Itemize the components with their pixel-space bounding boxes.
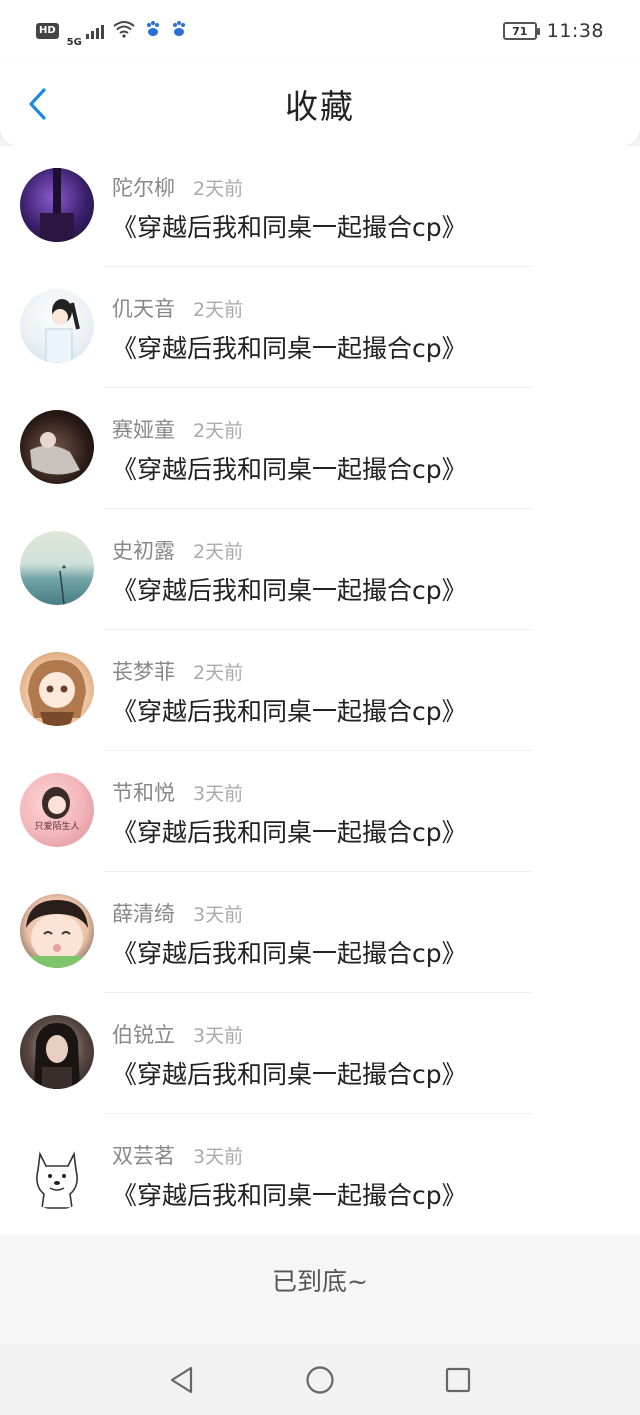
- user-name[interactable]: 伯锐立: [112, 1019, 175, 1049]
- book-title[interactable]: 《穿越后我和同桌一起撮合cp》: [112, 813, 467, 849]
- timestamp: 2天前: [193, 662, 244, 684]
- avatar[interactable]: [20, 1015, 94, 1089]
- avatar[interactable]: 只爱陌生人: [20, 773, 94, 847]
- timestamp: 3天前: [193, 1025, 244, 1047]
- header: 收藏: [0, 62, 640, 146]
- end-of-list-text: 已到底~: [272, 1267, 368, 1296]
- nav-home-button[interactable]: [305, 1365, 335, 1395]
- status-bar: HD 5G 71 11:38: [0, 0, 640, 62]
- user-name[interactable]: 节和悦: [112, 777, 175, 807]
- timestamp: 2天前: [193, 420, 244, 442]
- user-name[interactable]: 双芸茗: [112, 1140, 175, 1170]
- timestamp: 2天前: [193, 299, 244, 321]
- chevron-left-icon: [29, 88, 46, 120]
- item-meta: 节和悦 3天前: [112, 777, 243, 807]
- battery-icon: 71: [502, 22, 540, 40]
- timestamp: 3天前: [193, 904, 244, 926]
- list-item[interactable]: 只爱陌生人 节和悦 3天前 《穿越后我和同桌一起撮合cp》: [0, 751, 640, 872]
- network-type: 5G: [66, 36, 82, 48]
- item-meta: 赛娅童 2天前: [112, 414, 243, 444]
- user-name[interactable]: 薛清绮: [112, 898, 175, 928]
- timestamp: 3天前: [193, 1146, 244, 1168]
- item-meta: 陀尔柳 2天前: [112, 172, 243, 202]
- user-name[interactable]: 赛娅童: [112, 414, 175, 444]
- list-item[interactable]: 苌梦菲 2天前 《穿越后我和同桌一起撮合cp》: [0, 630, 640, 751]
- book-title[interactable]: 《穿越后我和同桌一起撮合cp》: [112, 329, 467, 365]
- baidu-paw-icon: [144, 20, 162, 42]
- user-name[interactable]: 陀尔柳: [112, 172, 175, 202]
- timestamp: 2天前: [193, 541, 244, 563]
- avatar[interactable]: [20, 168, 94, 242]
- nav-recents-button[interactable]: [443, 1365, 473, 1395]
- hd-badge: HD: [36, 23, 59, 39]
- list-item[interactable]: 史初露 2天前 《穿越后我和同桌一起撮合cp》: [0, 509, 640, 630]
- user-name[interactable]: 苌梦菲: [112, 656, 175, 686]
- avatar[interactable]: [20, 894, 94, 968]
- item-meta: 仉天音 2天前: [112, 293, 243, 323]
- list-item[interactable]: 双芸茗 3天前 《穿越后我和同桌一起撮合cp》: [0, 1114, 640, 1235]
- avatar[interactable]: [20, 410, 94, 484]
- list-item[interactable]: 仉天音 2天前 《穿越后我和同桌一起撮合cp》: [0, 267, 640, 388]
- nav-back-button[interactable]: [167, 1365, 197, 1395]
- baidu-paw-icon: [170, 20, 188, 42]
- square-recents-icon: [445, 1367, 471, 1392]
- item-meta: 苌梦菲 2天前: [112, 656, 243, 686]
- signal-icon: [85, 23, 104, 39]
- page-title: 收藏: [285, 87, 355, 126]
- timestamp: 2天前: [193, 178, 244, 200]
- item-meta: 双芸茗 3天前: [112, 1140, 243, 1170]
- wifi-icon: [112, 20, 136, 42]
- back-button[interactable]: [18, 84, 58, 124]
- book-title[interactable]: 《穿越后我和同桌一起撮合cp》: [112, 1176, 467, 1212]
- book-title[interactable]: 《穿越后我和同桌一起撮合cp》: [112, 571, 467, 607]
- book-title[interactable]: 《穿越后我和同桌一起撮合cp》: [112, 1055, 467, 1091]
- list-item[interactable]: 伯锐立 3天前 《穿越后我和同桌一起撮合cp》: [0, 993, 640, 1114]
- triangle-back-icon: [170, 1366, 193, 1393]
- circle-home-icon: [306, 1365, 334, 1394]
- avatar[interactable]: [20, 1136, 94, 1210]
- book-title[interactable]: 《穿越后我和同桌一起撮合cp》: [112, 934, 467, 970]
- avatar-caption: 只爱陌生人: [34, 820, 79, 832]
- user-name[interactable]: 史初露: [112, 535, 175, 565]
- book-title[interactable]: 《穿越后我和同桌一起撮合cp》: [112, 692, 467, 728]
- list-item[interactable]: 赛娅童 2天前 《穿越后我和同桌一起撮合cp》: [0, 388, 640, 509]
- item-meta: 伯锐立 3天前: [112, 1019, 243, 1049]
- system-nav-bar: [0, 1344, 640, 1415]
- status-right: 71 11:38: [502, 20, 604, 42]
- item-meta: 薛清绮 3天前: [112, 898, 243, 928]
- timestamp: 3天前: [193, 783, 244, 805]
- list-item[interactable]: 陀尔柳 2天前 《穿越后我和同桌一起撮合cp》: [0, 146, 640, 267]
- battery-level: 71: [512, 24, 528, 38]
- status-left: HD 5G: [36, 15, 188, 48]
- clock: 11:38: [546, 20, 604, 42]
- list-item[interactable]: 薛清绮 3天前 《穿越后我和同桌一起撮合cp》: [0, 872, 640, 993]
- book-title[interactable]: 《穿越后我和同桌一起撮合cp》: [112, 450, 467, 486]
- book-title[interactable]: 《穿越后我和同桌一起撮合cp》: [112, 208, 467, 244]
- avatar[interactable]: [20, 652, 94, 726]
- user-name[interactable]: 仉天音: [112, 293, 175, 323]
- avatar[interactable]: [20, 289, 94, 363]
- avatar[interactable]: [20, 531, 94, 605]
- item-meta: 史初露 2天前: [112, 535, 243, 565]
- favorites-list: 陀尔柳 2天前 《穿越后我和同桌一起撮合cp》 仉天音 2天前 《穿越后我和同桌…: [0, 146, 640, 1234]
